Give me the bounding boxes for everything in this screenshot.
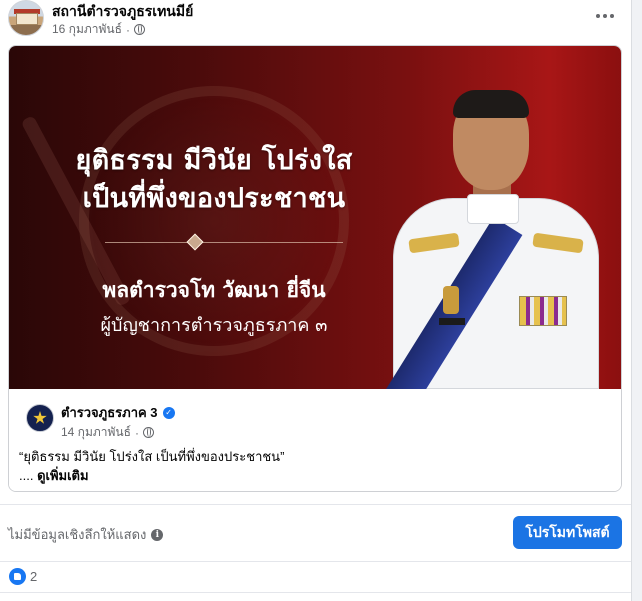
see-more-link[interactable]: ดูเพิ่มเติม (37, 468, 88, 483)
officer-hair (453, 90, 529, 118)
medal-ribbons (519, 296, 567, 326)
shared-author-name[interactable]: ตำรวจภูธรภาค 3 (61, 402, 158, 423)
banner-divider (105, 242, 343, 243)
reaction-count[interactable]: 2 (30, 569, 37, 584)
post-date[interactable]: 16 กุมภาพันธ์ (52, 20, 122, 39)
uniform-collar (467, 194, 519, 224)
globe-icon (142, 427, 154, 438)
page-avatar[interactable] (8, 0, 44, 36)
avatar-building (16, 13, 38, 25)
more-options-icon[interactable] (589, 4, 621, 28)
officer-photo (381, 86, 611, 389)
dot (596, 14, 600, 18)
shared-page-avatar[interactable] (26, 404, 54, 432)
banner-officer-position: ผู้บัญชาการตำรวจภูธรภาค ๓ (100, 315, 328, 336)
banner-officer-name: พลตำรวจโท วัฒนา ยี่จีน (102, 278, 326, 302)
divider (0, 504, 631, 505)
dot (603, 14, 607, 18)
chest-badge (443, 286, 459, 314)
post-meta: 16 กุมภาพันธ์ · (52, 20, 145, 39)
shared-post-card[interactable]: ยุติธรรม มีวินัย โปร่งใส เป็นที่พึ่งของป… (8, 45, 622, 492)
see-more-row: .... ดูเพิ่มเติม (19, 465, 89, 486)
meta-separator: · (125, 22, 130, 37)
like-icon[interactable] (9, 568, 26, 585)
insights-row: ไม่มีข้อมูลเชิงลึกให้แสดง i (8, 524, 164, 545)
page-background-edge (631, 0, 642, 601)
shared-date[interactable]: 14 กุมภาพันธ์ (61, 423, 131, 442)
divider (0, 561, 631, 562)
promote-post-button[interactable]: โปรโมทโพสต์ (513, 516, 622, 549)
verified-badge-icon: ✓ (162, 406, 175, 419)
banner-headline: ยุติธรรม มีวินัย โปร่งใส เป็นที่พึ่งของป… (75, 145, 353, 214)
globe-icon (133, 24, 145, 35)
divider (0, 592, 631, 593)
dot (610, 14, 614, 18)
name-tag (439, 318, 465, 325)
shared-post-text: “ยุติธรรม มีวินัย โปร่งใส เป็นที่พึ่งของ… (19, 449, 285, 464)
ellipsis: .... (19, 468, 34, 483)
police-emblem-icon (33, 411, 47, 424)
shared-author-row: ตำรวจภูธรภาค 3 ✓ (61, 402, 175, 423)
feed-post: สถานีตำรวจภูธรเทนมีย์ 16 กุมภาพันธ์ · ยุ… (0, 0, 631, 601)
shared-meta: 14 กุมภาพันธ์ · (61, 423, 154, 442)
banner-image[interactable]: ยุติธรรม มีวินัย โปร่งใส เป็นที่พึ่งของป… (9, 46, 621, 389)
info-icon[interactable]: i (151, 528, 164, 541)
shared-separator: · (134, 425, 139, 440)
insights-text: ไม่มีข้อมูลเชิงลึกให้แสดง (8, 527, 147, 542)
shared-post-footer: ตำรวจภูธรภาค 3 ✓ 14 กุมภาพันธ์ · “ยุติธร… (9, 389, 621, 491)
